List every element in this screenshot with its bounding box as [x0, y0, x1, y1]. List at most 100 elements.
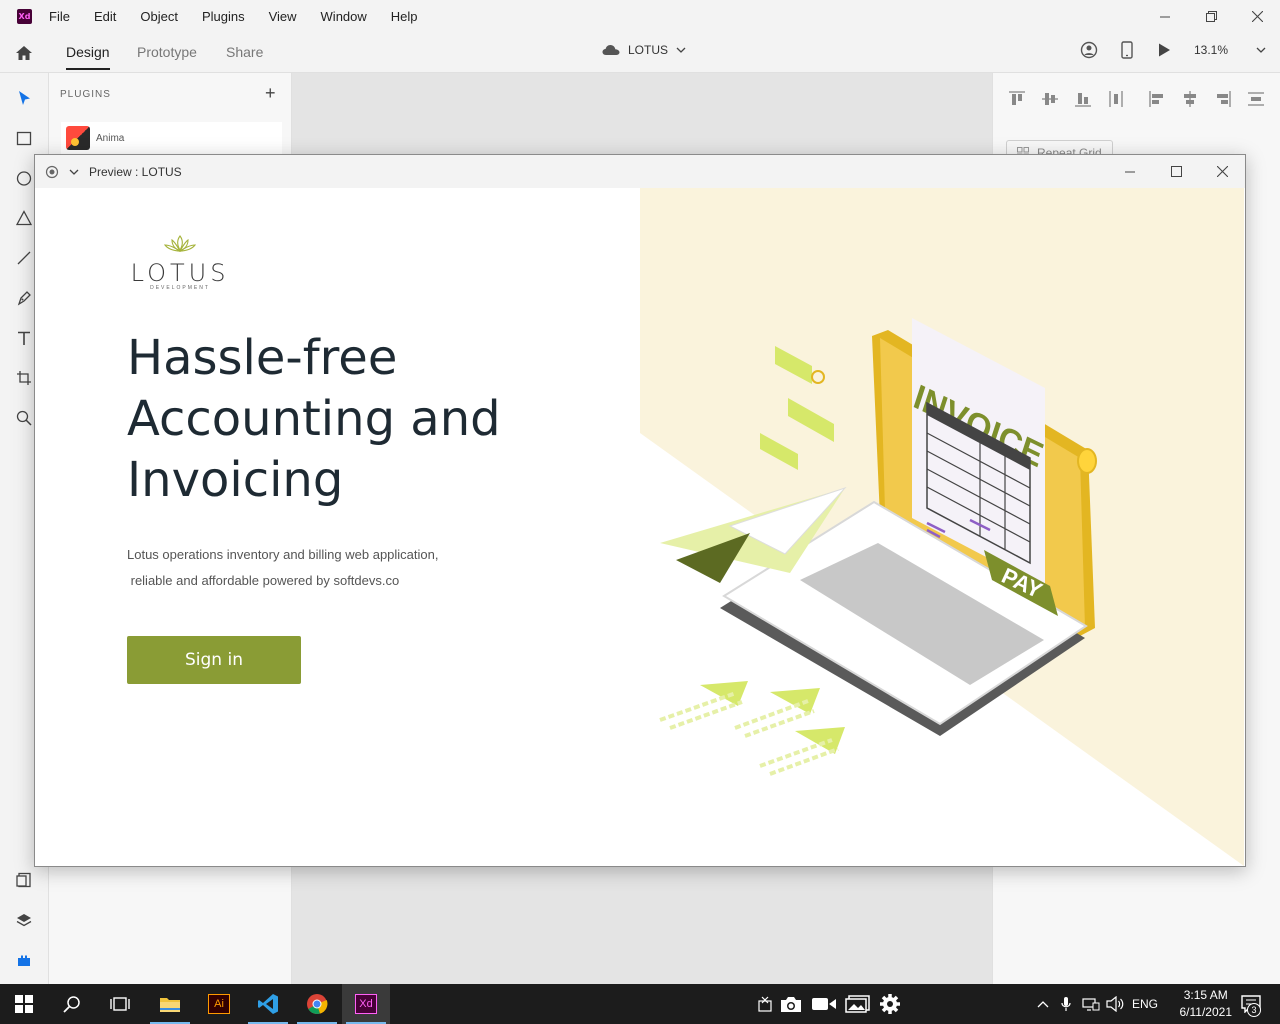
system-clock[interactable]: 3:15 AM 6/11/2021	[1180, 987, 1233, 1021]
lotus-flower-icon	[163, 235, 197, 253]
close-button[interactable]	[1234, 0, 1280, 33]
distribute-vertical-button[interactable]	[1246, 89, 1266, 109]
preview-close-button[interactable]	[1199, 155, 1245, 188]
minimize-button[interactable]	[1142, 0, 1188, 33]
plugins-panel-title: PLUGINS	[60, 89, 111, 100]
vscode-icon	[258, 994, 278, 1014]
folder-icon	[160, 998, 180, 1012]
network-icon	[1082, 998, 1100, 1011]
distribute-horizontal-button[interactable]	[1106, 89, 1126, 109]
lotus-logo: LOTUS DEVELOPMENT	[128, 234, 232, 291]
taskbar-illustrator[interactable]: Ai	[195, 984, 243, 1024]
align-bottom-button[interactable]	[1073, 89, 1093, 109]
layers-panel-button[interactable]	[14, 910, 34, 930]
artboard-icon	[17, 371, 31, 385]
zoom-tool[interactable]	[14, 408, 34, 428]
text-tool[interactable]	[14, 328, 34, 348]
taskbar-chrome[interactable]	[293, 984, 341, 1024]
chevron-up-icon	[1037, 1001, 1049, 1008]
rectangle-tool[interactable]	[14, 128, 34, 148]
action-center-button[interactable]: 3	[1236, 984, 1266, 1024]
restore-icon	[1205, 11, 1217, 22]
video-record-button[interactable]	[810, 984, 838, 1024]
menu-view[interactable]: View	[269, 9, 297, 24]
microphone-button[interactable]	[1056, 984, 1076, 1024]
minimize-icon	[1160, 16, 1170, 17]
polygon-tool[interactable]	[14, 208, 34, 228]
sign-in-button[interactable]: Sign in	[127, 636, 301, 684]
record-icon[interactable]	[45, 165, 59, 179]
rectangle-icon	[16, 131, 32, 146]
magnifier-icon	[16, 410, 32, 426]
align-top-button[interactable]	[1007, 89, 1027, 109]
align-right-button[interactable]	[1213, 89, 1233, 109]
maximize-icon	[1170, 166, 1182, 177]
artboard-tool[interactable]	[14, 368, 34, 388]
taskbar-vscode[interactable]	[244, 984, 292, 1024]
preview-title: Preview : LOTUS	[89, 164, 182, 179]
clock-date: 6/11/2021	[1179, 1005, 1233, 1019]
assets-icon	[16, 872, 31, 888]
menu-help[interactable]: Help	[391, 9, 418, 24]
zoom-dropdown[interactable]: 13.1%	[1194, 43, 1266, 57]
home-button[interactable]	[14, 43, 34, 63]
taskbar-search-button[interactable]	[48, 984, 96, 1024]
logo-wordmark: LOTUS	[130, 259, 230, 287]
windows-taskbar: Ai Xd ENG 3:15 AM 6/11/2021 3	[0, 984, 1280, 1024]
restore-button[interactable]	[1188, 0, 1234, 33]
microphone-icon	[1061, 997, 1071, 1011]
task-view-button[interactable]	[96, 984, 144, 1024]
preview-maximize-button[interactable]	[1153, 155, 1199, 188]
play-icon[interactable]	[1156, 42, 1172, 58]
description-line-2: reliable and affordable powered by softd…	[127, 573, 400, 588]
start-button[interactable]	[0, 984, 48, 1024]
tab-design[interactable]: Design	[66, 44, 110, 70]
line-tool[interactable]	[14, 248, 34, 268]
show-hidden-icons-button[interactable]	[1034, 984, 1052, 1024]
windows-logo-icon	[15, 995, 33, 1013]
settings-button[interactable]	[877, 984, 903, 1024]
distribute-icon	[1109, 91, 1123, 107]
align-middle-button[interactable]	[1040, 89, 1060, 109]
device-preview-icon[interactable]	[1120, 41, 1134, 59]
volume-button[interactable]	[1104, 984, 1126, 1024]
menu-plugins[interactable]: Plugins	[202, 9, 245, 24]
camera-icon	[781, 997, 801, 1012]
select-tool[interactable]	[14, 88, 34, 108]
snip-tool-button[interactable]	[756, 984, 774, 1024]
taskbar-file-explorer[interactable]	[146, 984, 194, 1024]
align-left-button[interactable]	[1147, 89, 1167, 109]
align-middle-icon	[1042, 93, 1058, 105]
preview-artboard: LOTUS DEVELOPMENT Hassle-free Accounting…	[36, 188, 1244, 866]
chevron-down-icon[interactable]	[69, 169, 79, 175]
assets-panel-button[interactable]	[14, 870, 34, 890]
network-button[interactable]	[1080, 984, 1102, 1024]
plugins-panel-button[interactable]	[14, 950, 34, 970]
preview-minimize-button[interactable]	[1107, 155, 1153, 188]
align-center-button[interactable]	[1180, 89, 1200, 109]
menu-window[interactable]: Window	[321, 9, 367, 24]
menu-file[interactable]: File	[49, 9, 70, 24]
mode-bar: Design Prototype Share LOTUS 13.1%	[0, 33, 1280, 73]
tab-prototype[interactable]: Prototype	[137, 44, 197, 60]
window-controls	[1142, 0, 1280, 33]
tab-share[interactable]: Share	[226, 44, 263, 60]
input-language-indicator[interactable]: ENG	[1130, 984, 1160, 1024]
preview-window-controls	[1107, 155, 1245, 188]
pen-tool[interactable]	[14, 288, 34, 308]
camera-button[interactable]	[778, 984, 804, 1024]
pen-icon	[17, 291, 31, 306]
document-title-dropdown[interactable]: LOTUS	[602, 43, 686, 57]
plugin-item[interactable]: Anima	[61, 122, 282, 154]
ellipse-tool[interactable]	[14, 168, 34, 188]
menu-object[interactable]: Object	[140, 9, 178, 24]
hero-headline: Hassle-free Accounting and Invoicing	[127, 328, 607, 511]
add-plugin-button[interactable]: +	[265, 83, 276, 104]
share-user-icon[interactable]	[1080, 41, 1098, 59]
taskbar-adobe-xd[interactable]: Xd	[342, 984, 390, 1024]
headline-line-3: Invoicing	[127, 452, 344, 508]
gallery-button[interactable]	[844, 984, 872, 1024]
menu-edit[interactable]: Edit	[94, 9, 116, 24]
align-center-icon	[1184, 91, 1196, 107]
anima-plugin-icon	[66, 126, 90, 150]
